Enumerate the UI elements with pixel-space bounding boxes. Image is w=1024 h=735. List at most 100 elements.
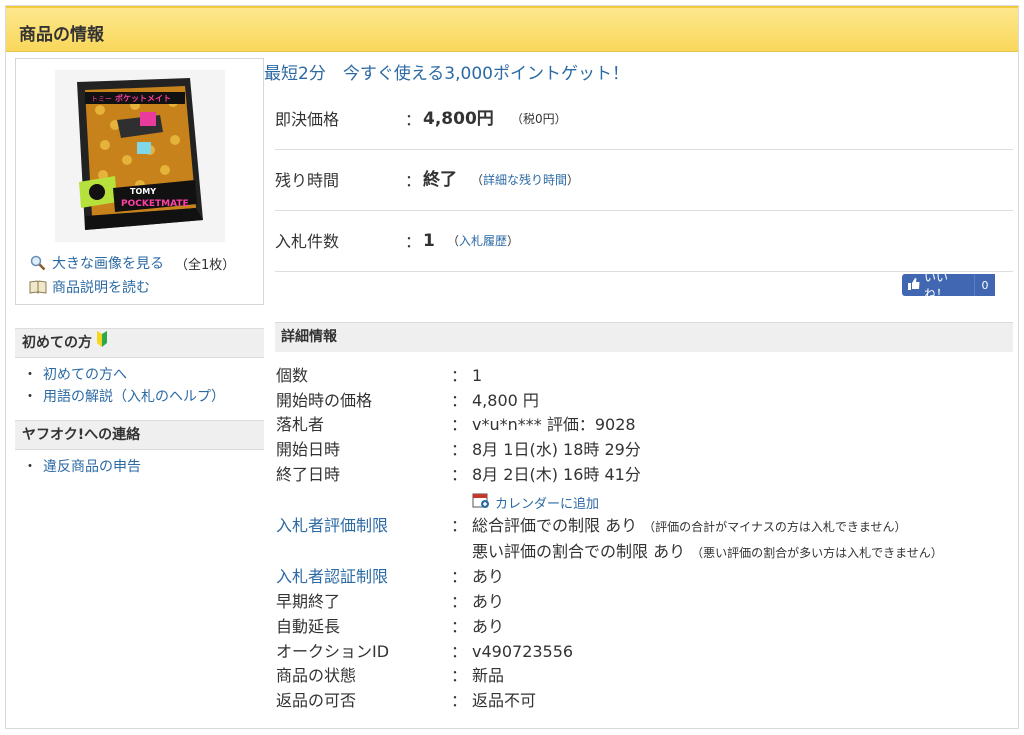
detail-note: （悪い評価の割合が多い方は入札できません）	[691, 546, 943, 560]
add-to-calendar-link[interactable]: カレンダーに追加	[495, 493, 599, 512]
detail-time-link[interactable]: 詳細な残り時間	[483, 173, 567, 187]
detail-value-group: 悪い評価の割合での制限 あり （悪い評価の割合が多い方は入札できません）	[472, 540, 943, 565]
sidebar-contact: ヤフオク!への連絡 ・違反商品の申告	[15, 420, 264, 478]
paren-close: ）	[567, 173, 580, 187]
detail-colon: ：	[451, 415, 468, 434]
bid-count-colon: ：	[405, 232, 422, 251]
box-text-pocketmate: POCKETMATE	[121, 199, 189, 209]
sidebar-link-first-time[interactable]: 初めての方へ	[43, 367, 127, 383]
sidebar-beginners-title: 初めての方	[15, 328, 264, 358]
sidebar-link-report[interactable]: 違反商品の申告	[43, 459, 141, 475]
buy-now-price-label: 即決価格	[275, 110, 340, 129]
detail-value: あり	[472, 592, 505, 611]
product-image-panel: トミー ポケットメイト TOMY POCKETMATE 大きな画像を見る （全1…	[15, 58, 264, 305]
bid-count-value: 1	[423, 231, 435, 251]
product-thumbnail[interactable]: トミー ポケットメイト TOMY POCKETMATE	[55, 70, 225, 242]
detail-colon: ：	[451, 666, 468, 685]
points-promo-link[interactable]: 最短2分 今すぐ使える3,000ポイントゲット！	[264, 59, 629, 84]
bid-history-link[interactable]: 入札履歴	[459, 234, 507, 248]
detail-colon: ：	[451, 592, 468, 611]
detail-label: 商品の状態	[276, 666, 357, 685]
detail-colon: ：	[451, 440, 468, 459]
thumbs-up-icon	[908, 277, 920, 293]
sidebar-item-glossary: ・用語の解説（入札のヘルプ）	[23, 389, 225, 405]
time-left-detail: （詳細な残り時間）	[471, 150, 579, 211]
sidebar-contact-list: ・違反商品の申告	[15, 450, 264, 478]
detail-colon: ：	[451, 691, 468, 710]
detail-value: 8月 2日(木) 16時 41分	[472, 465, 641, 484]
buy-now-price-value: 4,800円	[423, 109, 494, 129]
detail-value: 4,800 円	[472, 391, 539, 410]
detail-value: 8月 1日(水) 18時 29分	[472, 440, 641, 459]
paren-open: （	[447, 234, 460, 248]
detail-label: 早期終了	[276, 592, 341, 611]
detail-colon: ：	[451, 642, 468, 661]
detail-value: v490723556	[472, 642, 574, 661]
section-header: 商品の情報	[6, 6, 1018, 52]
detail-colon: ：	[451, 567, 468, 586]
detail-value: 総合評価での制限 あり	[472, 516, 638, 535]
sidebar-link-glossary[interactable]: 用語の解説（入札のヘルプ）	[43, 389, 225, 405]
beginner-mark-icon	[96, 329, 108, 357]
detail-label: 落札者	[276, 415, 325, 434]
view-large-image-link[interactable]: 大きな画像を見る	[52, 253, 164, 273]
like-count: 0	[973, 274, 995, 296]
calendar-icon	[472, 491, 490, 513]
paren-close: ）	[507, 234, 520, 248]
sidebar-item-report: ・違反商品の申告	[23, 459, 141, 475]
bid-count-label: 入札件数	[275, 232, 340, 251]
detail-colon: ：	[451, 366, 468, 385]
bid-history-detail: （入札履歴）	[447, 211, 519, 272]
detail-value: あり	[472, 567, 505, 586]
sidebar-beginners: 初めての方 ・初めての方へ ・用語の解説（入札のヘルプ）	[15, 328, 264, 408]
detail-value: 新品	[472, 666, 505, 685]
detail-value: v*u*n*** 評価：9028	[472, 415, 636, 434]
detail-label-link[interactable]: 入札者評価制限	[276, 514, 388, 538]
section-title: 商品の情報	[19, 25, 104, 45]
detail-value: 1	[472, 366, 483, 385]
tax-note: （税0円）	[511, 112, 567, 126]
detail-value: あり	[472, 617, 505, 636]
like-button[interactable]: いいね！ 0	[902, 270, 995, 301]
sidebar-beginners-title-text: 初めての方	[22, 335, 92, 351]
detail-label-link[interactable]: 入札者認証制限	[276, 565, 388, 589]
box-text-brand: トミー	[91, 95, 112, 103]
detail-note: （評価の合計がマイナスの方は入札できません）	[643, 520, 907, 534]
detail-colon: ：	[451, 465, 468, 484]
detail-value-group: 総合評価での制限 あり （評価の合計がマイナスの方は入札できません）	[472, 514, 907, 539]
detail-colon: ：	[451, 391, 468, 410]
read-description-link[interactable]: 商品説明を読む	[52, 277, 150, 297]
image-count: （全1枚）	[175, 257, 236, 273]
detail-value: 返品不可	[472, 691, 537, 710]
bid-count-row: 入札件数 ： 1 （入札履歴）	[275, 211, 1013, 272]
read-description-row: 商品説明を読む	[29, 277, 150, 297]
box-text-name: ポケットメイト	[115, 93, 171, 103]
add-to-calendar-row: カレンダーに追加	[472, 491, 599, 513]
time-left-value: 終了	[423, 170, 457, 190]
magnifier-icon	[29, 254, 47, 272]
like-label: いいね！	[924, 270, 949, 301]
sidebar-contact-title: ヤフオク!への連絡	[15, 420, 264, 450]
box-text-tomy: TOMY	[130, 187, 156, 196]
detail-label: 個数	[276, 366, 309, 385]
detail-label: 自動延長	[276, 617, 341, 636]
detail-label: オークションID	[276, 642, 390, 661]
sidebar-beginners-list: ・初めての方へ ・用語の解説（入札のヘルプ）	[15, 358, 264, 408]
detail-label: 返品の可否	[276, 691, 357, 710]
detail-colon: ：	[451, 617, 468, 636]
time-left-row: 残り時間 ： 終了 （詳細な残り時間）	[275, 150, 1013, 211]
paren-open: （	[471, 173, 484, 187]
view-large-image-row: 大きな画像を見る （全1枚）	[29, 253, 235, 273]
detail-value: 悪い評価の割合での制限 あり	[472, 542, 686, 561]
detail-label: 開始時の価格	[276, 391, 373, 410]
detail-label: 開始日時	[276, 440, 341, 459]
buy-now-price-row: 即決価格 ： 4,800円 （税0円）	[275, 89, 1013, 150]
book-icon	[29, 278, 47, 296]
sidebar-item-first-time: ・初めての方へ	[23, 367, 127, 383]
details-title: 詳細情報	[275, 322, 1013, 352]
detail-label: 終了日時	[276, 465, 341, 484]
detail-colon: ：	[451, 516, 468, 535]
time-left-label: 残り時間	[275, 171, 340, 190]
time-left-colon: ：	[405, 171, 422, 190]
buy-now-price-colon: ：	[405, 110, 422, 129]
